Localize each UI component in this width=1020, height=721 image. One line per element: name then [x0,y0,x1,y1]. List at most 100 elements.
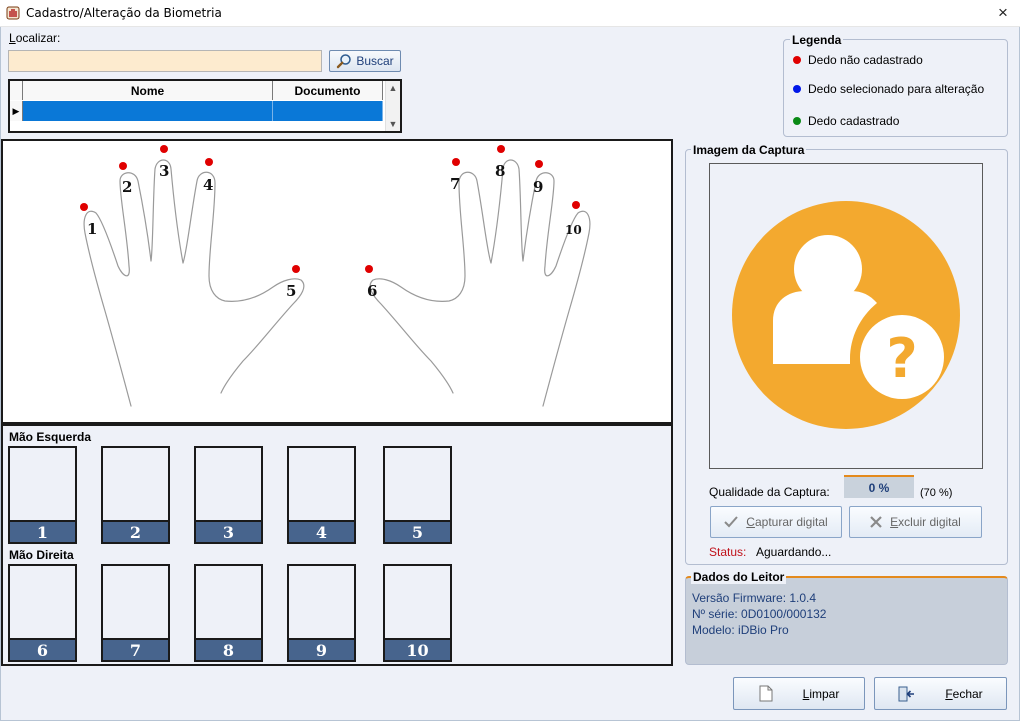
finger-10-status-dot [572,201,580,209]
close-button[interactable]: Fechar [874,677,1007,710]
finger-5-status-dot [292,265,300,273]
finger-label-5: 5 [286,282,296,300]
fingerprint-slots-panel: Mão Esquerda 1 2 3 4 5 Mão Direita 6 7 8… [1,424,673,666]
cell-documento[interactable] [273,101,383,121]
fingerprint-slot-1[interactable]: 1 [8,446,77,544]
legend-title: Legenda [790,33,844,47]
close-button-label: Fechar [945,686,983,701]
row-indicator-icon: ▶ [10,101,23,121]
legend-item-label: Dedo não cadastrado [808,53,923,67]
left-hand-label: Mão Esquerda [9,430,92,444]
reader-model: Modelo: iDBio Pro [692,623,789,637]
reader-firmware: Versão Firmware: 1.0.4 [692,591,817,605]
fingerprint-slot-7[interactable]: 7 [101,564,170,662]
blank-page-icon [759,685,773,702]
left-hand-outline [83,159,305,407]
finger-3-status-dot [160,145,168,153]
fingerprint-slot-8[interactable]: 8 [194,564,263,662]
slot-number: 1 [10,520,75,542]
right-hand-outline [369,159,591,407]
finger-label-1: 1 [87,220,97,238]
green-dot-icon [793,117,801,125]
close-icon: × [998,3,1008,22]
svg-text:?: ? [886,327,917,390]
reader-info-title: Dados do Leitor [691,570,787,584]
legend-item-label: Dedo cadastrado [808,114,900,128]
search-button[interactable]: Buscar [329,50,401,72]
finger-2-status-dot [119,162,127,170]
grid-indicator-header [10,81,23,100]
delete-fingerprint-button[interactable]: Excluir digital [849,506,982,538]
hands-illustration: 1 2 3 4 5 6 7 8 9 10 [80,145,591,407]
biometric-app-icon [6,6,20,20]
finger-9-status-dot [535,160,543,168]
finger-label-8: 8 [495,162,505,180]
slot-number: 2 [103,520,168,542]
reader-serial: Nº série: 0D0100/000132 [692,607,827,621]
blue-dot-icon [793,85,801,93]
fingerprint-slot-4[interactable]: 4 [287,446,356,544]
legend-item: Dedo selecionado para alteração [793,82,984,96]
clear-button[interactable]: Limpar [733,677,865,710]
legend-item: Dedo não cadastrado [793,53,923,67]
slot-number: 6 [10,638,75,660]
fingerprint-slot-10[interactable]: 10 [383,564,452,662]
people-grid[interactable]: Nome Documento ▶ ▲ ▼ [8,79,402,133]
red-dot-icon [793,56,801,64]
finger-1-status-dot [80,203,88,211]
slot-number: 8 [196,638,261,660]
finger-label-10: 10 [565,223,582,237]
grid-scrollbar[interactable]: ▲ ▼ [385,81,400,131]
exit-door-icon [898,686,915,701]
magnifier-icon [337,54,352,69]
fingerprint-slot-5[interactable]: 5 [383,446,452,544]
capture-title: Imagem da Captura [691,143,807,157]
fingerprint-slot-2[interactable]: 2 [101,446,170,544]
finger-label-6: 6 [367,282,377,300]
slot-number: 3 [196,520,261,542]
clear-button-label: Limpar [802,686,840,701]
quality-value: 0 % [844,475,914,498]
scroll-down-icon[interactable]: ▼ [389,119,398,129]
close-window-button[interactable]: × [990,2,1016,24]
unknown-user-icon: ? [732,201,960,429]
fingerprint-slot-3[interactable]: 3 [194,446,263,544]
quality-label: Qualidade da Captura: [709,485,830,499]
capture-fingerprint-button[interactable]: Capturar digital [710,506,842,538]
search-input[interactable] [8,50,322,72]
slot-number: 9 [289,638,354,660]
finger-7-status-dot [452,158,460,166]
status-value: Aguardando... [756,545,832,559]
quality-threshold: (70 %) [920,487,953,499]
slot-number: 4 [289,520,354,542]
finger-label-2: 2 [122,178,132,196]
column-header-documento[interactable]: Documento [273,81,383,100]
right-hand-label: Mão Direita [9,548,74,562]
finger-label-4: 4 [203,176,213,194]
capture-button-label: Capturar digital [746,515,828,529]
finger-8-status-dot [497,145,505,153]
finger-label-7: 7 [450,175,460,193]
slot-number: 7 [103,638,168,660]
slot-number: 10 [385,638,450,660]
column-header-nome[interactable]: Nome [23,81,273,100]
check-icon [724,516,739,528]
finger-label-9: 9 [533,178,543,196]
slot-number: 5 [385,520,450,542]
scroll-up-icon[interactable]: ▲ [389,83,398,93]
finger-6-status-dot [365,265,373,273]
hands-panel: 1 2 3 4 5 6 7 8 9 10 [1,139,673,424]
fingerprint-slot-9[interactable]: 9 [287,564,356,662]
x-mark-icon [870,516,882,528]
cell-nome[interactable] [23,101,273,121]
search-button-label: Buscar [356,54,394,68]
table-row[interactable]: ▶ [10,101,383,121]
legend-item: Dedo cadastrado [793,114,899,128]
status-label: Status: [709,545,747,559]
finger-4-status-dot [205,158,213,166]
grid-header: Nome Documento [10,81,383,100]
legend-item-label: Dedo selecionado para alteração [808,82,985,96]
delete-button-label: Excluir digital [890,515,961,529]
finger-label-3: 3 [159,162,169,180]
fingerprint-slot-6[interactable]: 6 [8,564,77,662]
